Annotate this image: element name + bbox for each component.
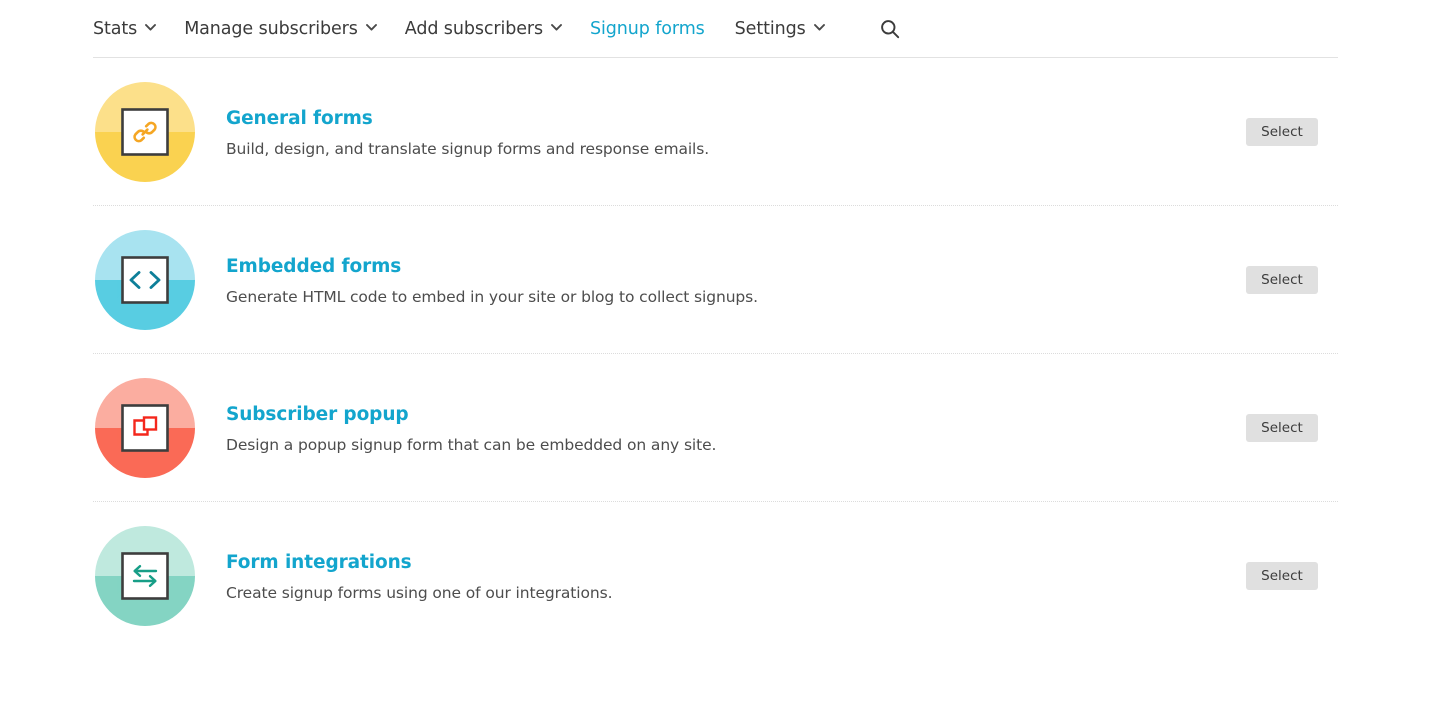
form-type-description: Generate HTML code to embed in your site… bbox=[226, 288, 1246, 306]
form-type-row: Form integrations Create signup forms usi… bbox=[93, 502, 1338, 650]
form-type-row: Subscriber popup Design a popup signup fo… bbox=[93, 354, 1338, 502]
chevron-down-icon bbox=[366, 24, 375, 33]
link-icon-circle bbox=[95, 82, 195, 182]
form-type-body: General forms Build, design, and translat… bbox=[226, 106, 1246, 158]
form-type-body: Form integrations Create signup forms usi… bbox=[226, 550, 1246, 602]
signup-form-type-list: General forms Build, design, and translat… bbox=[93, 58, 1338, 650]
form-type-row: Embedded forms Generate HTML code to embe… bbox=[93, 206, 1338, 354]
code-brackets-icon-circle bbox=[95, 230, 195, 330]
nav-item-label: Stats bbox=[93, 19, 137, 39]
chevron-down-icon bbox=[551, 24, 560, 33]
nav-item-label: Signup forms bbox=[590, 19, 705, 39]
exchange-arrows-icon-circle bbox=[95, 526, 195, 626]
form-type-row: General forms Build, design, and translat… bbox=[93, 58, 1338, 206]
form-type-description: Build, design, and translate signup form… bbox=[226, 140, 1246, 158]
form-type-description: Create signup forms using one of our int… bbox=[226, 584, 1246, 602]
form-type-description: Design a popup signup form that can be e… bbox=[226, 436, 1246, 454]
nav-item-label: Add subscribers bbox=[405, 19, 543, 39]
nav-item-stats[interactable]: Stats bbox=[93, 0, 154, 58]
form-type-action: Select bbox=[1246, 414, 1318, 442]
nav-item-manage-subscribers[interactable]: Manage subscribers bbox=[184, 0, 375, 58]
exchange-arrows-icon[interactable] bbox=[95, 526, 195, 626]
link-icon[interactable] bbox=[95, 82, 195, 182]
form-type-action: Select bbox=[1246, 118, 1318, 146]
form-type-title-link[interactable]: Form integrations bbox=[226, 552, 412, 573]
form-type-action: Select bbox=[1246, 266, 1318, 294]
chevron-down-icon bbox=[814, 24, 823, 33]
top-navigation-bar: Stats Manage subscribers Add subscribers Si… bbox=[0, 0, 1434, 58]
chevron-down-icon bbox=[145, 24, 154, 33]
select-button[interactable]: Select bbox=[1246, 266, 1318, 294]
nav-item-label: Manage subscribers bbox=[184, 19, 358, 39]
search-icon[interactable] bbox=[879, 0, 901, 58]
nav-item-settings[interactable]: Settings bbox=[735, 0, 823, 58]
form-type-title-link[interactable]: Subscriber popup bbox=[226, 404, 409, 425]
nav-item-label: Settings bbox=[735, 19, 806, 39]
select-button[interactable]: Select bbox=[1246, 118, 1318, 146]
form-type-action: Select bbox=[1246, 562, 1318, 590]
form-type-body: Subscriber popup Design a popup signup fo… bbox=[226, 402, 1246, 454]
form-type-body: Embedded forms Generate HTML code to embe… bbox=[226, 254, 1246, 306]
nav-item-list: Stats Manage subscribers Add subscribers Si… bbox=[93, 0, 901, 58]
select-button[interactable]: Select bbox=[1246, 414, 1318, 442]
code-brackets-icon[interactable] bbox=[95, 230, 195, 330]
form-type-title-link[interactable]: General forms bbox=[226, 108, 373, 129]
select-button[interactable]: Select bbox=[1246, 562, 1318, 590]
form-type-title-link[interactable]: Embedded forms bbox=[226, 256, 401, 277]
nav-item-add-subscribers[interactable]: Add subscribers bbox=[405, 0, 560, 58]
popup-windows-icon-circle bbox=[95, 378, 195, 478]
popup-windows-icon[interactable] bbox=[95, 378, 195, 478]
nav-item-signup-forms[interactable]: Signup forms bbox=[590, 0, 705, 58]
